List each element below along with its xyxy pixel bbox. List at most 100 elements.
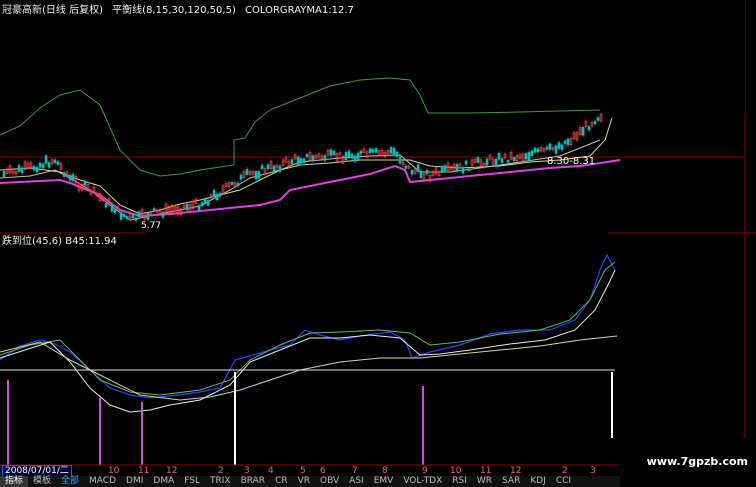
- candle-body: [476, 157, 480, 163]
- candle-body: [461, 166, 465, 174]
- candle-body: [266, 164, 270, 170]
- candle-body: [389, 147, 393, 154]
- candle-body: [218, 192, 222, 197]
- tab-16[interactable]: WR: [472, 476, 497, 487]
- candle-body: [563, 140, 567, 144]
- stock-name: 冠豪高新(日线 后复权): [2, 5, 103, 16]
- candle-body: [236, 182, 240, 187]
- candle-body: [122, 213, 126, 217]
- month-label: 9: [422, 466, 428, 476]
- candle-body: [20, 167, 24, 174]
- candle-body: [104, 203, 108, 208]
- candle-body: [356, 152, 360, 160]
- candle-body: [587, 126, 591, 131]
- candle-body: [440, 166, 444, 172]
- candle-body: [68, 174, 72, 181]
- tab-12[interactable]: ASI: [344, 476, 369, 487]
- candle-body: [395, 151, 399, 157]
- candle-body: [536, 148, 540, 153]
- tab-4[interactable]: DMI: [121, 476, 148, 487]
- candle-body: [257, 171, 261, 179]
- candle-body: [119, 212, 123, 220]
- candle-body: [296, 156, 300, 165]
- candle-body: [371, 149, 375, 153]
- tab-5[interactable]: DMA: [148, 476, 179, 487]
- candle-body: [344, 152, 348, 161]
- tab-15[interactable]: RSI: [447, 476, 472, 487]
- candle-body: [137, 211, 141, 217]
- candle-body: [329, 149, 333, 156]
- month-label: 4: [268, 466, 274, 476]
- tab-18[interactable]: KDJ: [525, 476, 551, 487]
- month-label: 8: [382, 466, 388, 476]
- candle-body: [278, 165, 282, 172]
- candle-body: [410, 170, 414, 175]
- candle-body: [374, 148, 378, 153]
- candle-body: [533, 147, 537, 153]
- candle-body: [497, 152, 501, 160]
- candle-body: [425, 169, 429, 175]
- candlesticks: [2, 112, 603, 223]
- candle-body: [350, 153, 354, 159]
- candle-body: [311, 155, 315, 162]
- sub-line-green: [0, 261, 616, 396]
- candle-body: [299, 158, 303, 164]
- candle-body: [215, 193, 219, 201]
- candle-body: [524, 153, 528, 160]
- month-label: 12: [510, 466, 522, 476]
- blank-region: [428, 0, 745, 113]
- month-label: 3: [244, 466, 250, 476]
- candle-body: [185, 203, 189, 211]
- signal-bars: [7, 372, 613, 465]
- candle-body: [146, 213, 150, 220]
- candle-body: [71, 174, 75, 182]
- tab-1[interactable]: 模板: [28, 476, 56, 487]
- tab-8[interactable]: BRAR: [236, 476, 270, 487]
- month-label: 10: [108, 466, 120, 476]
- main-chart-title: 冠豪高新(日线 后复权) 平衡线(8,15,30,120,50,5) COLOR…: [2, 5, 354, 17]
- candle-body: [398, 156, 402, 164]
- candle-body: [467, 168, 471, 171]
- ma-band-line: [0, 117, 613, 215]
- candle-body: [305, 154, 309, 158]
- candle-body: [557, 142, 561, 149]
- tab-0[interactable]: 指标: [0, 476, 29, 487]
- tab-19[interactable]: CCI: [551, 476, 576, 487]
- tab-6[interactable]: FSL: [179, 476, 205, 487]
- candle-body: [566, 138, 570, 146]
- candle-body: [239, 174, 243, 180]
- tab-17[interactable]: SAR: [497, 476, 525, 487]
- candle-body: [47, 162, 51, 168]
- candle-body: [125, 216, 129, 220]
- candle-body: [56, 161, 60, 165]
- candle-body: [512, 156, 516, 161]
- candle-body: [500, 158, 504, 164]
- candle-body: [41, 163, 45, 169]
- tab-9[interactable]: CR: [270, 476, 293, 487]
- month-label: 6: [320, 466, 326, 476]
- candle-body: [230, 182, 234, 185]
- month-label: 3: [590, 466, 596, 476]
- price-tag: 8.30-8.31: [547, 156, 596, 167]
- tab-10[interactable]: VR: [293, 476, 315, 487]
- candle-body: [347, 150, 351, 158]
- candle-body: [152, 208, 156, 212]
- candle-body: [110, 203, 114, 212]
- tab-11[interactable]: OBV: [315, 476, 344, 487]
- tab-3[interactable]: MACD: [84, 476, 121, 487]
- tab-2[interactable]: 全部: [56, 476, 84, 487]
- candle-body: [554, 145, 558, 154]
- candle-body: [392, 147, 396, 156]
- candle-body: [506, 159, 510, 163]
- month-label: 5: [300, 466, 306, 476]
- candle-body: [359, 150, 363, 155]
- candle-body: [455, 164, 459, 172]
- tab-14[interactable]: VOL-TDX: [398, 476, 447, 487]
- tab-7[interactable]: TRIX: [205, 476, 236, 487]
- candle-body: [581, 127, 585, 136]
- candle-body: [272, 165, 276, 173]
- candle-body: [83, 180, 87, 186]
- candle-body: [113, 209, 117, 214]
- candle-body: [323, 155, 327, 161]
- tab-13[interactable]: EMV: [369, 476, 399, 487]
